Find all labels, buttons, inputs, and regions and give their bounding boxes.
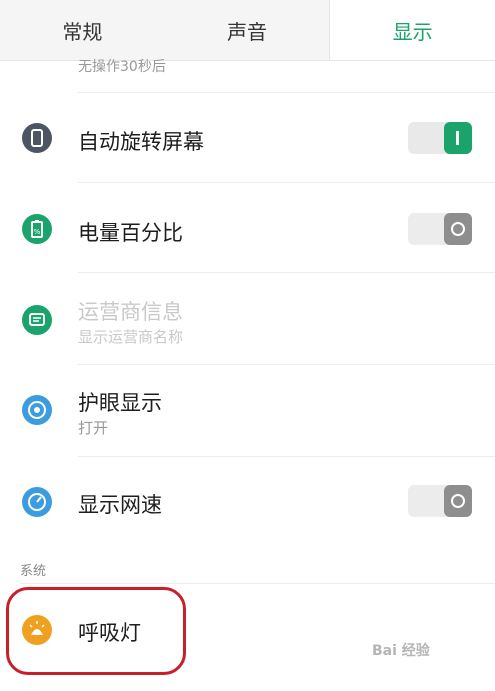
setting-title: 运营商信息 bbox=[78, 300, 183, 324]
section-header-system: 系统 bbox=[20, 564, 47, 579]
tab-sound[interactable]: 声音 bbox=[165, 0, 330, 60]
auto-rotate-toggle[interactable] bbox=[408, 122, 472, 154]
svg-text:%: % bbox=[34, 228, 41, 236]
setting-battery-percentage[interactable]: % 电量百分比 bbox=[0, 183, 495, 273]
setting-auto-rotate[interactable]: 自动旋转屏幕 bbox=[0, 93, 495, 183]
highlight-annotation bbox=[6, 587, 186, 675]
setting-subtitle: 打开 bbox=[78, 419, 109, 437]
setting-title: 显示网速 bbox=[78, 493, 162, 517]
setting-eye-protection[interactable]: 护眼显示 打开 bbox=[0, 365, 495, 455]
divider bbox=[20, 583, 495, 584]
setting-title: 电量百分比 bbox=[78, 221, 183, 245]
carrier-info-icon bbox=[22, 305, 52, 335]
battery-percent-toggle[interactable] bbox=[408, 213, 472, 245]
tab-display[interactable]: 显示 bbox=[329, 0, 495, 60]
setting-network-speed[interactable]: 显示网速 bbox=[0, 457, 495, 545]
tab-bar: 常规 声音 显示 bbox=[0, 0, 495, 61]
eye-protection-icon bbox=[22, 395, 52, 425]
setting-subtitle: 显示运营商名称 bbox=[78, 328, 184, 346]
network-speed-toggle[interactable] bbox=[408, 485, 472, 517]
screen-rotate-icon bbox=[22, 123, 52, 153]
setting-carrier-info[interactable]: 运营商信息 显示运营商名称 bbox=[0, 273, 495, 363]
setting-title: 护眼显示 bbox=[78, 391, 162, 415]
tab-general[interactable]: 常规 bbox=[0, 0, 165, 60]
watermark: Bai 经验 bbox=[372, 643, 430, 659]
screen-timeout-subtitle: 无操作30秒后 bbox=[78, 59, 166, 75]
setting-title: 自动旋转屏幕 bbox=[78, 130, 204, 154]
network-speed-icon bbox=[22, 487, 52, 517]
battery-percent-icon: % bbox=[22, 214, 52, 244]
